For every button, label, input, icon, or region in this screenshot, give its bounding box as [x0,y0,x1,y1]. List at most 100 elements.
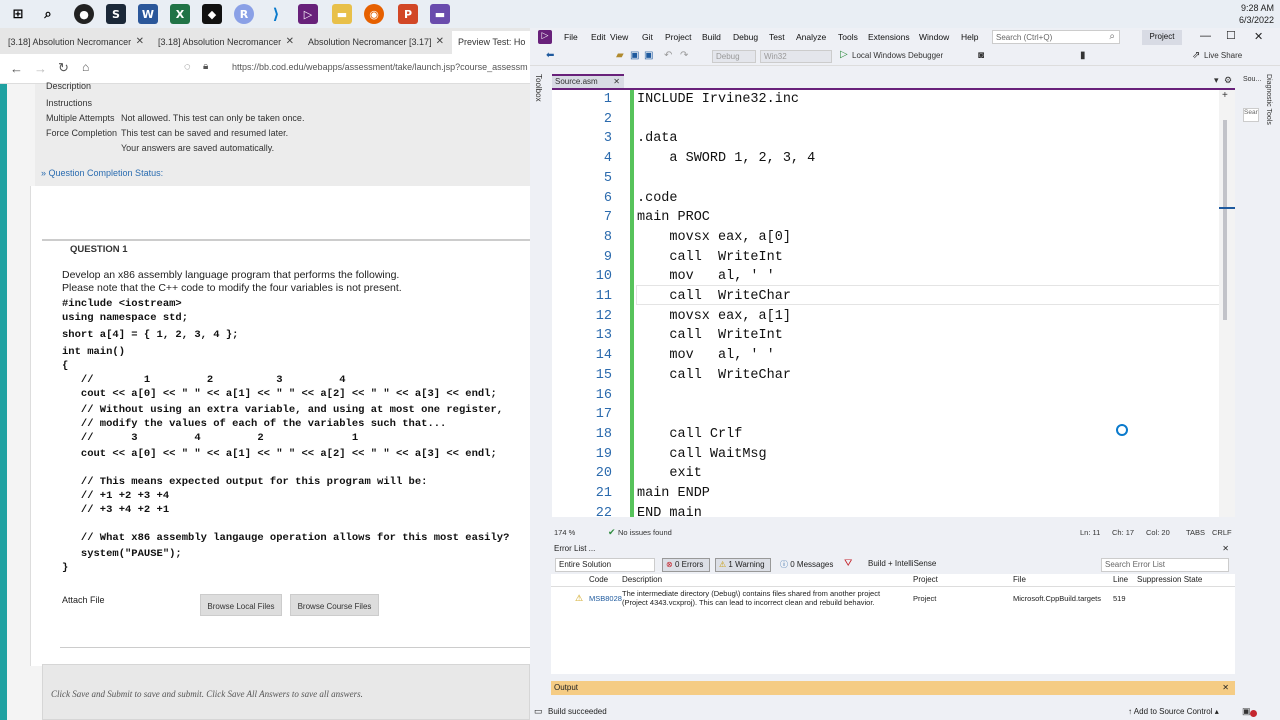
back-icon[interactable]: ⬅ [546,50,554,61]
reload-icon[interactable]: ↻ [58,60,69,76]
close-icon[interactable]: ✕ [136,36,144,47]
search-icon[interactable]: ⌕ [38,4,58,24]
code-line[interactable]: call WriteChar [637,289,791,304]
menu-item-edit[interactable]: Edit [591,32,606,42]
close-icon[interactable]: ✕ [1222,544,1229,553]
build-filter-dropdown[interactable]: Build + IntelliSense [865,558,965,572]
filter-icon[interactable]: ⛛ [844,558,852,569]
home-icon[interactable]: ⌂ [82,60,89,74]
menu-item-analyze[interactable]: Analyze [796,32,826,42]
windows-start-icon[interactable]: ⊞ [8,4,28,24]
browser-tab-active[interactable]: Preview Test: Ho [452,31,530,54]
browser-tab[interactable]: [3.18] Absolution Necromancer ✕ [152,31,298,54]
code-line[interactable]: call WriteInt [637,250,782,265]
code-line[interactable]: call WriteChar [637,368,791,383]
tab-source-asm[interactable]: Source.asm ✕ [552,74,624,88]
menu-item-view[interactable]: View [610,32,628,42]
code-editor[interactable]: 1 INCLUDE Irvine32.inc 2 3 .data 4 a SWORD 1,… [552,90,1235,521]
code-line[interactable]: movsx eax, a[1] [637,309,791,324]
code-line[interactable]: call WaitMsg [637,447,766,462]
add-to-source-control[interactable]: ↑ Add to Source Control ▴ [1128,707,1219,716]
menu-item-git[interactable]: Git [642,32,653,42]
save-all-icon[interactable]: ▣ [644,50,653,61]
table-row[interactable]: ⚠ MSB8028 The intermediate directory (De… [551,588,1235,610]
forward-icon[interactable]: → [34,61,47,76]
vscode-icon[interactable]: ⟩ [266,4,286,24]
word-icon[interactable]: W [138,4,158,24]
output-panel-header[interactable]: Output ✕ [551,681,1235,695]
right-panel-search[interactable]: Sear [1243,108,1259,122]
close-icon[interactable]: ✕ [286,36,294,47]
lock-icon[interactable]: 🔒︎ [203,61,208,72]
back-icon[interactable]: ← [10,61,23,76]
code-line[interactable]: mov al, ' ' [637,269,774,284]
scope-dropdown[interactable]: Entire Solution [555,558,655,572]
shield-icon[interactable]: ◌ [184,61,191,73]
browser-tab[interactable]: [3.18] Absolution Necromancer ✕ [2,31,148,54]
redo-icon[interactable]: ↷ [680,50,688,61]
scrollbar-thumb[interactable] [1223,120,1227,320]
code-line[interactable]: main ENDP [637,486,710,501]
powerpoint-icon[interactable]: P [398,4,418,24]
issues-status[interactable]: No issues found [618,528,672,537]
code-line[interactable]: .data [637,131,678,146]
menu-item-build[interactable]: Build [702,32,721,42]
menu-item-help[interactable]: Help [961,32,978,42]
local-debugger-button[interactable]: Local Windows Debugger [852,51,943,60]
column-header[interactable]: Line [1113,575,1128,584]
column-header[interactable]: Project [913,575,938,584]
minimize-icon[interactable]: — [1200,30,1211,42]
bookmark-icon[interactable]: ▮ [1080,50,1086,61]
warnings-filter-button[interactable]: ⚠ 1 Warning [715,558,771,572]
code-line[interactable]: call WriteInt [637,328,782,343]
menu-item-file[interactable]: File [564,32,578,42]
firefox-icon[interactable]: ◉ [364,4,384,24]
zoom-level[interactable]: 174 % [554,528,575,537]
purple-app-icon[interactable]: ▬ [430,4,450,24]
menu-item-window[interactable]: Window [919,32,949,42]
browser-tab[interactable]: Absolution Necromancer [3.17] ✕ [302,31,448,54]
column-header[interactable]: Suppression State [1137,575,1202,584]
maximize-icon[interactable]: ☐ [1226,29,1236,42]
column-header[interactable]: Description [622,575,662,584]
platform-dropdown[interactable]: Win32 [760,50,832,63]
steam-icon[interactable]: S [106,4,126,24]
config-dropdown[interactable]: Debug [712,50,756,63]
code-line[interactable]: movsx eax, a[0] [637,230,791,245]
url-field[interactable]: https://bb.cod.edu/webapps/assessment/ta… [232,62,528,72]
vs-search-box[interactable]: Search (Ctrl+Q) ⌕ [992,30,1120,44]
code-line[interactable]: .code [637,191,678,206]
code-line[interactable]: call Crlf [637,427,742,442]
messages-filter-button[interactable]: ⓘ 0 Messages [777,558,837,572]
completion-status-toggle[interactable]: » Question Completion Status: [41,168,163,178]
menu-item-test[interactable]: Test [769,32,785,42]
errors-filter-button[interactable]: ⊗ 0 Errors [662,558,710,572]
right-panel-tab[interactable]: Sou... [1243,76,1261,83]
code-line[interactable]: exit [637,466,701,481]
undo-icon[interactable]: ↶ [664,50,672,61]
close-icon[interactable]: ✕ [1254,30,1263,43]
close-icon[interactable]: ✕ [436,36,444,47]
menu-item-project[interactable]: Project [665,32,691,42]
settings-icon[interactable]: ⚙ [1224,75,1232,86]
diagnostic-tools-label[interactable]: Diagnostic Tools [1265,74,1272,125]
code-line[interactable]: mov al, ' ' [637,348,774,363]
toolbox-sidebar[interactable]: Toolbox [530,72,550,222]
folder-icon[interactable]: ▬ [332,4,352,24]
close-icon[interactable]: ✕ [1222,683,1229,692]
open-folder-icon[interactable]: ▰ [616,50,624,61]
code-line[interactable]: a SWORD 1, 2, 3, 4 [637,151,815,166]
live-share-icon[interactable]: ⇗ [1192,50,1200,61]
browse-course-files-button[interactable]: Browse Course Files [290,594,379,616]
app-diamond-icon[interactable]: ◆ [202,4,222,24]
r-app-icon[interactable]: R [234,4,254,24]
project-name-button[interactable]: Project [1142,30,1182,45]
save-icon[interactable]: ▣ [630,50,639,61]
live-share-button[interactable]: Live Share [1204,51,1242,60]
column-header[interactable]: File [1013,575,1026,584]
menu-item-debug[interactable]: Debug [733,32,758,42]
code-line[interactable]: END main [637,506,702,521]
vertical-scrollbar[interactable]: + [1219,90,1235,517]
code-line[interactable]: main PROC [637,210,710,225]
add-icon[interactable]: + [1222,90,1228,101]
